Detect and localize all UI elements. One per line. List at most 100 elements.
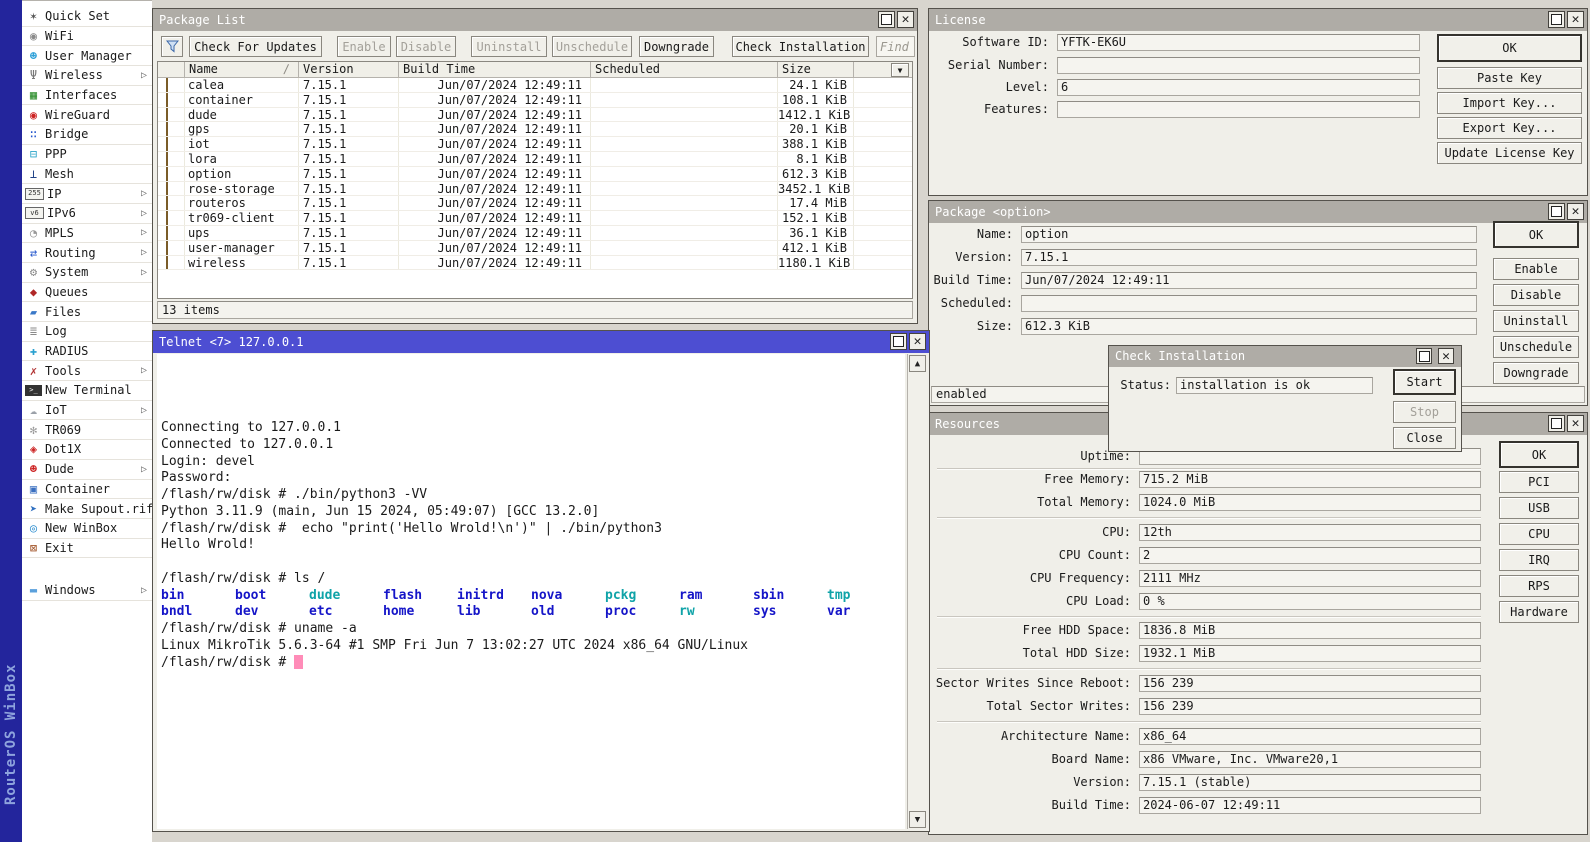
table-row[interactable]: tr069-client7.15.1Jun/07/2024 12:49:1115… [158,211,912,226]
start-button[interactable]: Start [1393,369,1456,395]
total-memory-field[interactable]: 1024.0 MiB [1139,494,1481,511]
table-row[interactable]: dude7.15.1Jun/07/2024 12:49:111412.1 KiB [158,108,912,123]
serial-number-field[interactable] [1057,57,1420,74]
sidebar-item-ip[interactable]: IP▷ [22,184,152,204]
sidebar-item-new-terminal[interactable]: New Terminal [22,381,152,401]
downgrade-button[interactable]: Downgrade [1493,362,1579,384]
sidebar-item-queues[interactable]: Queues [22,283,152,303]
paste-key-button[interactable]: Paste Key [1437,67,1582,89]
license-titlebar[interactable]: License [929,9,1587,31]
scroll-down-icon[interactable]: ▼ [909,811,926,828]
downgrade-button[interactable]: Downgrade [639,36,714,57]
icon-column-header[interactable] [158,62,185,78]
maximize-icon[interactable] [1548,203,1565,220]
build-time-column-header[interactable]: Build Time [399,62,591,78]
package-list-titlebar[interactable]: Package List [153,9,917,31]
close-icon[interactable]: ✕ [897,11,914,28]
close-button[interactable]: Close [1393,427,1456,449]
table-row[interactable]: routeros7.15.1Jun/07/2024 12:49:1117.4 M… [158,196,912,211]
version-field[interactable]: 7.15.1 (stable) [1139,774,1481,791]
sidebar-item-make-supout[interactable]: Make Supout.rif [22,499,152,519]
find-input[interactable] [876,36,915,57]
usb-button[interactable]: USB [1499,497,1579,519]
disable-button[interactable]: Disable [1493,284,1579,306]
telnet-titlebar[interactable]: Telnet <7> 127.0.0.1 [153,331,929,353]
close-icon[interactable]: ✕ [1567,11,1584,28]
architecture-name-field[interactable]: x86_64 [1139,728,1481,745]
sidebar-item-interfaces[interactable]: Interfaces [22,86,152,106]
terminal-output[interactable]: Connecting to 127.0.0.1 Connected to 127… [157,354,905,829]
name-field[interactable]: option [1021,226,1477,243]
terminal-scrollbar[interactable]: ▲ ▼ [907,354,927,829]
cpu-field[interactable]: 12th [1139,524,1481,541]
name-column-header[interactable]: Name∕ [185,62,299,78]
sidebar-item-bridge[interactable]: Bridge [22,125,152,145]
sidebar-item-tools[interactable]: Tools▷ [22,361,152,381]
export-key-button[interactable]: Export Key... [1437,117,1582,139]
table-row[interactable]: iot7.15.1Jun/07/2024 12:49:11388.1 KiB [158,137,912,152]
close-icon[interactable]: ✕ [909,333,926,350]
sidebar-item-iot[interactable]: IoT▷ [22,401,152,421]
sidebar-item-log[interactable]: Log [22,322,152,342]
table-row[interactable]: lora7.15.1Jun/07/2024 12:49:118.1 KiB [158,152,912,167]
build-time-field[interactable]: Jun/07/2024 12:49:11 [1021,272,1477,289]
table-row[interactable]: gps7.15.1Jun/07/2024 12:49:1120.1 KiB [158,122,912,137]
build-time-field[interactable]: 2024-06-07 12:49:11 [1139,797,1481,814]
sidebar-item-windows[interactable]: Windows▷ [22,581,152,601]
table-row[interactable]: user-manager7.15.1Jun/07/2024 12:49:1141… [158,241,912,256]
ok-button[interactable]: OK [1437,34,1582,62]
sidebar-item-ipv6[interactable]: IPv6▷ [22,204,152,224]
version-column-header[interactable]: Version [299,62,399,78]
import-key-button[interactable]: Import Key... [1437,92,1582,114]
enable-button[interactable]: Enable [1493,258,1579,280]
board-name-field[interactable]: x86 VMware, Inc. VMware20,1 [1139,751,1481,768]
sidebar-item-new-winbox[interactable]: New WinBox [22,519,152,539]
sidebar-item-wireless[interactable]: Wireless▷ [22,66,152,86]
close-icon[interactable]: ✕ [1438,348,1454,364]
maximize-icon[interactable] [1548,11,1565,28]
sidebar-item-system[interactable]: System▷ [22,263,152,283]
sidebar-item-container[interactable]: Container [22,480,152,500]
close-icon[interactable]: ✕ [1567,415,1584,432]
sidebar-item-radius[interactable]: RADIUS [22,342,152,362]
scheduled-column-header[interactable]: Scheduled [591,62,778,78]
size-field[interactable]: 612.3 KiB [1021,318,1477,335]
check-installation-button[interactable]: Check Installation [732,36,869,57]
level-field[interactable]: 6 [1057,79,1420,96]
sidebar-item-dude[interactable]: Dude▷ [22,460,152,480]
table-row[interactable]: calea7.15.1Jun/07/2024 12:49:1124.1 KiB [158,78,912,93]
update-license-key-button[interactable]: Update License Key [1437,142,1582,164]
cpu-frequency-field[interactable]: 2111 MHz [1139,570,1481,587]
sidebar-item-tr069[interactable]: TR069 [22,420,152,440]
uninstall-button[interactable]: Uninstall [1493,310,1579,332]
sidebar-item-wifi[interactable]: WiFi [22,27,152,47]
hardware-button[interactable]: Hardware [1499,601,1579,623]
rps-button[interactable]: RPS [1499,575,1579,597]
cpu-count-field[interactable]: 2 [1139,547,1481,564]
sidebar-item-routing[interactable]: Routing▷ [22,243,152,263]
check-for-updates-button[interactable]: Check For Updates [189,36,322,57]
sector-writes-since-reboot-field[interactable]: 156 239 [1139,675,1481,692]
sidebar-item-wireguard[interactable]: WireGuard [22,105,152,125]
table-row[interactable]: option7.15.1Jun/07/2024 12:49:11612.3 Ki… [158,167,912,182]
free-memory-field[interactable]: 715.2 MiB [1139,471,1481,488]
free-hdd-space-field[interactable]: 1836.8 MiB [1139,622,1481,639]
package-option-titlebar[interactable]: Package <option> [929,201,1587,223]
cpu-button[interactable]: CPU [1499,523,1579,545]
table-row[interactable]: rose-storage7.15.1Jun/07/2024 12:49:1134… [158,182,912,197]
cpu-load-field[interactable]: 0 % [1139,593,1481,610]
column-dropdown-icon[interactable]: ▼ [891,63,909,77]
unschedule-button[interactable]: Unschedule [1493,336,1579,358]
sidebar-item-ppp[interactable]: PPP [22,145,152,165]
sidebar-item-files[interactable]: Files [22,302,152,322]
check-installation-titlebar[interactable]: Check Installation [1109,346,1461,367]
ok-button[interactable]: OK [1493,221,1579,248]
maximize-icon[interactable] [878,11,895,28]
pci-button[interactable]: PCI [1499,471,1579,493]
maximize-icon[interactable] [1548,415,1565,432]
size-column-header[interactable]: Size [778,62,854,78]
software-id-field[interactable]: YFTK-EK6U [1057,34,1420,51]
sidebar-item-exit[interactable]: Exit [22,539,152,559]
sidebar-item-dot1x[interactable]: Dot1X [22,440,152,460]
total-hdd-size-field[interactable]: 1932.1 MiB [1139,645,1481,662]
